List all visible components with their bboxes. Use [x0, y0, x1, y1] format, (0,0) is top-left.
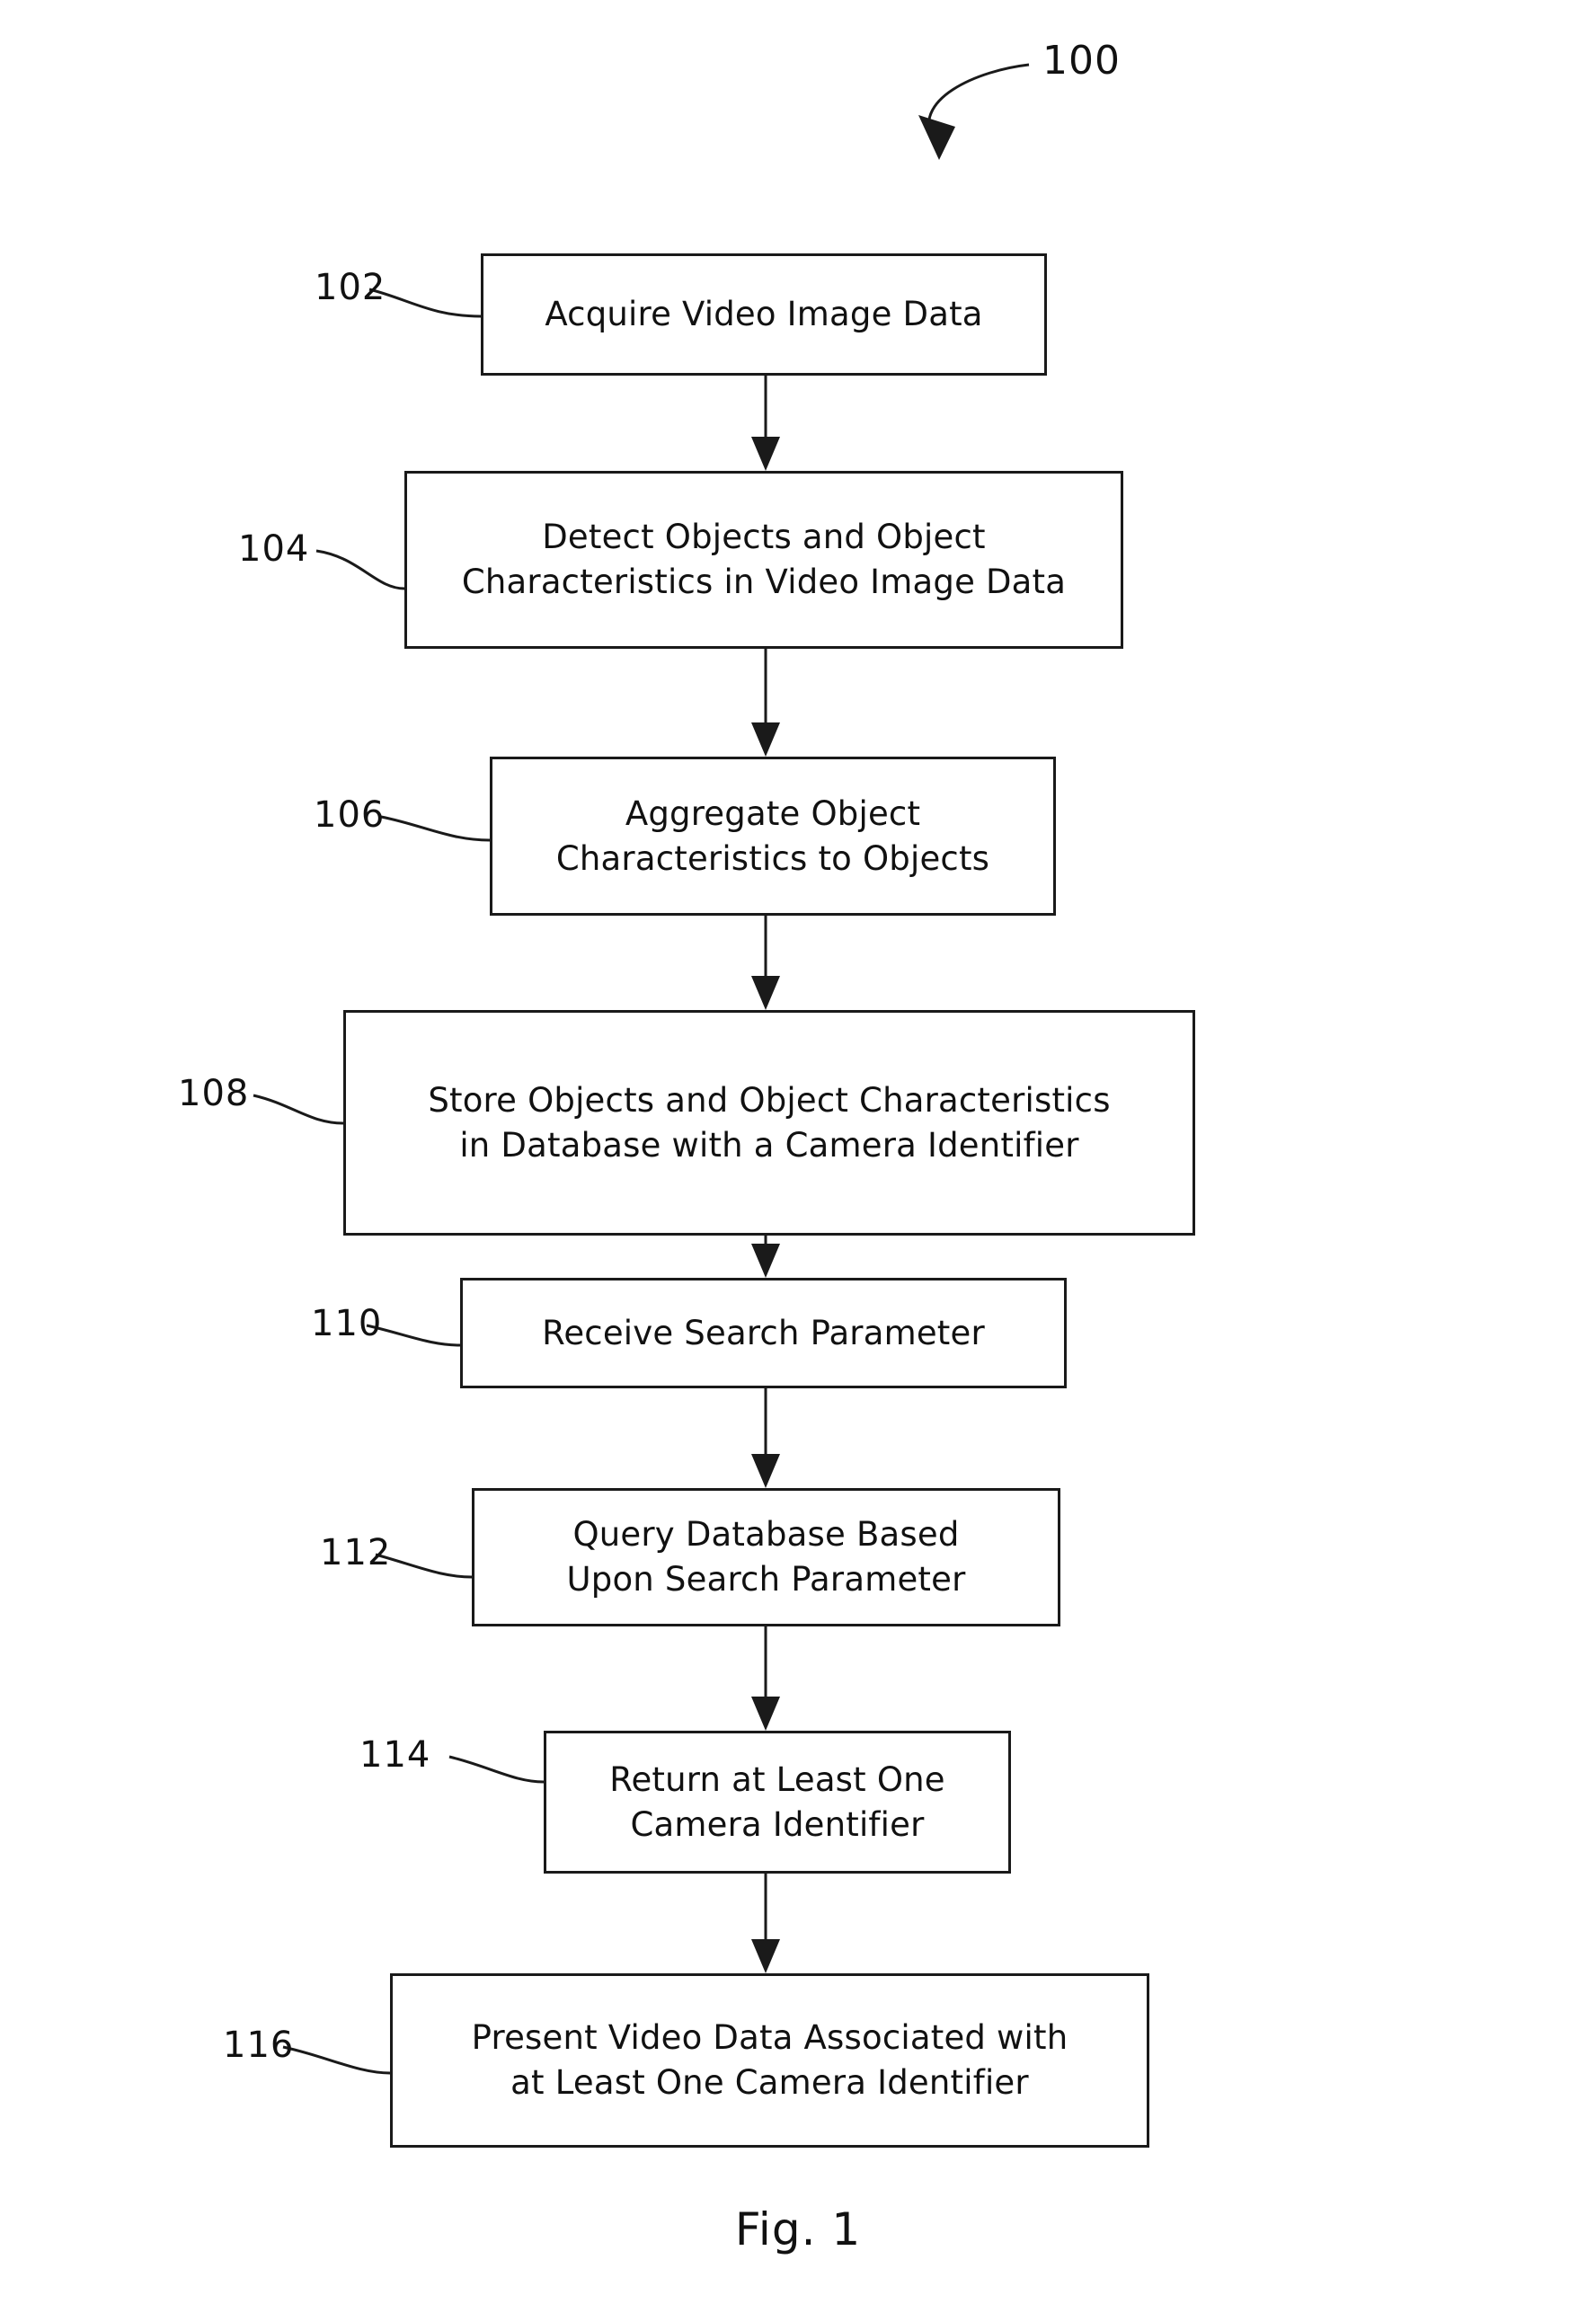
- leader-108: [253, 1094, 344, 1125]
- ref-numeral-108: 108: [178, 1073, 250, 1114]
- figure-caption: Fig. 1: [734, 2203, 862, 2255]
- leader-104: [315, 549, 405, 590]
- ref-numeral-110: 110: [311, 1303, 383, 1344]
- flow-arrow-108-110: [751, 1236, 780, 1278]
- flow-arrow-110-112: [751, 1388, 780, 1488]
- node-receive-search-parameter[interactable]: Receive Search Parameter: [460, 1278, 1067, 1388]
- flow-arrow-106-108: [751, 916, 780, 1010]
- node-return-camera-identifier[interactable]: Return at Least One Camera Identifier: [544, 1731, 1011, 1874]
- leader-114: [448, 1755, 545, 1784]
- node-query-database[interactable]: Query Database Based Upon Search Paramet…: [472, 1488, 1060, 1626]
- flow-arrow-114-116: [751, 1874, 780, 1973]
- node-label-114: Return at Least One Camera Identifier: [609, 1759, 945, 1844]
- node-aggregate-object-characteristics[interactable]: Aggregate Object Characteristics to Obje…: [490, 757, 1056, 916]
- leader-116: [282, 2045, 391, 2075]
- node-label-116: Present Video Data Associated with at Le…: [471, 2018, 1068, 2102]
- diagram-ref-100: 100: [1042, 38, 1121, 84]
- node-label-106: Aggregate Object Characteristics to Obje…: [555, 793, 990, 878]
- ref-numeral-114: 114: [359, 1734, 431, 1776]
- node-label-112: Query Database Based Upon Search Paramet…: [566, 1515, 966, 1599]
- flow-arrow-112-114: [751, 1626, 780, 1731]
- node-label-102: Acquire Video Image Data: [545, 295, 983, 334]
- node-store-objects-in-database[interactable]: Store Objects and Object Characteristics…: [343, 1010, 1195, 1236]
- node-label-108: Store Objects and Object Characteristics…: [428, 1080, 1111, 1165]
- ref-numeral-112: 112: [320, 1532, 392, 1573]
- diagram-ref-pointer: [918, 63, 1030, 160]
- ref-numeral-106: 106: [314, 794, 386, 836]
- node-label-104: Detect Objects and Object Characteristic…: [461, 518, 1067, 601]
- flow-arrow-102-104: [751, 376, 780, 471]
- flow-arrow-104-106: [751, 649, 780, 757]
- node-present-video-data[interactable]: Present Video Data Associated with at Le…: [390, 1973, 1149, 2148]
- figure-sheet: 100 102 104 106 108 110 112 114 116 Acqu…: [0, 0, 1596, 2304]
- leader-102: [368, 288, 482, 318]
- node-acquire-video-image-data[interactable]: Acquire Video Image Data: [481, 253, 1047, 376]
- leader-106: [380, 815, 491, 842]
- node-detect-objects-and-characteristics[interactable]: Detect Objects and Object Characteristic…: [404, 471, 1123, 649]
- ref-numeral-116: 116: [223, 2025, 295, 2066]
- node-label-110: Receive Search Parameter: [542, 1313, 985, 1352]
- ref-numeral-104: 104: [238, 528, 310, 570]
- ref-numeral-102: 102: [315, 267, 386, 308]
